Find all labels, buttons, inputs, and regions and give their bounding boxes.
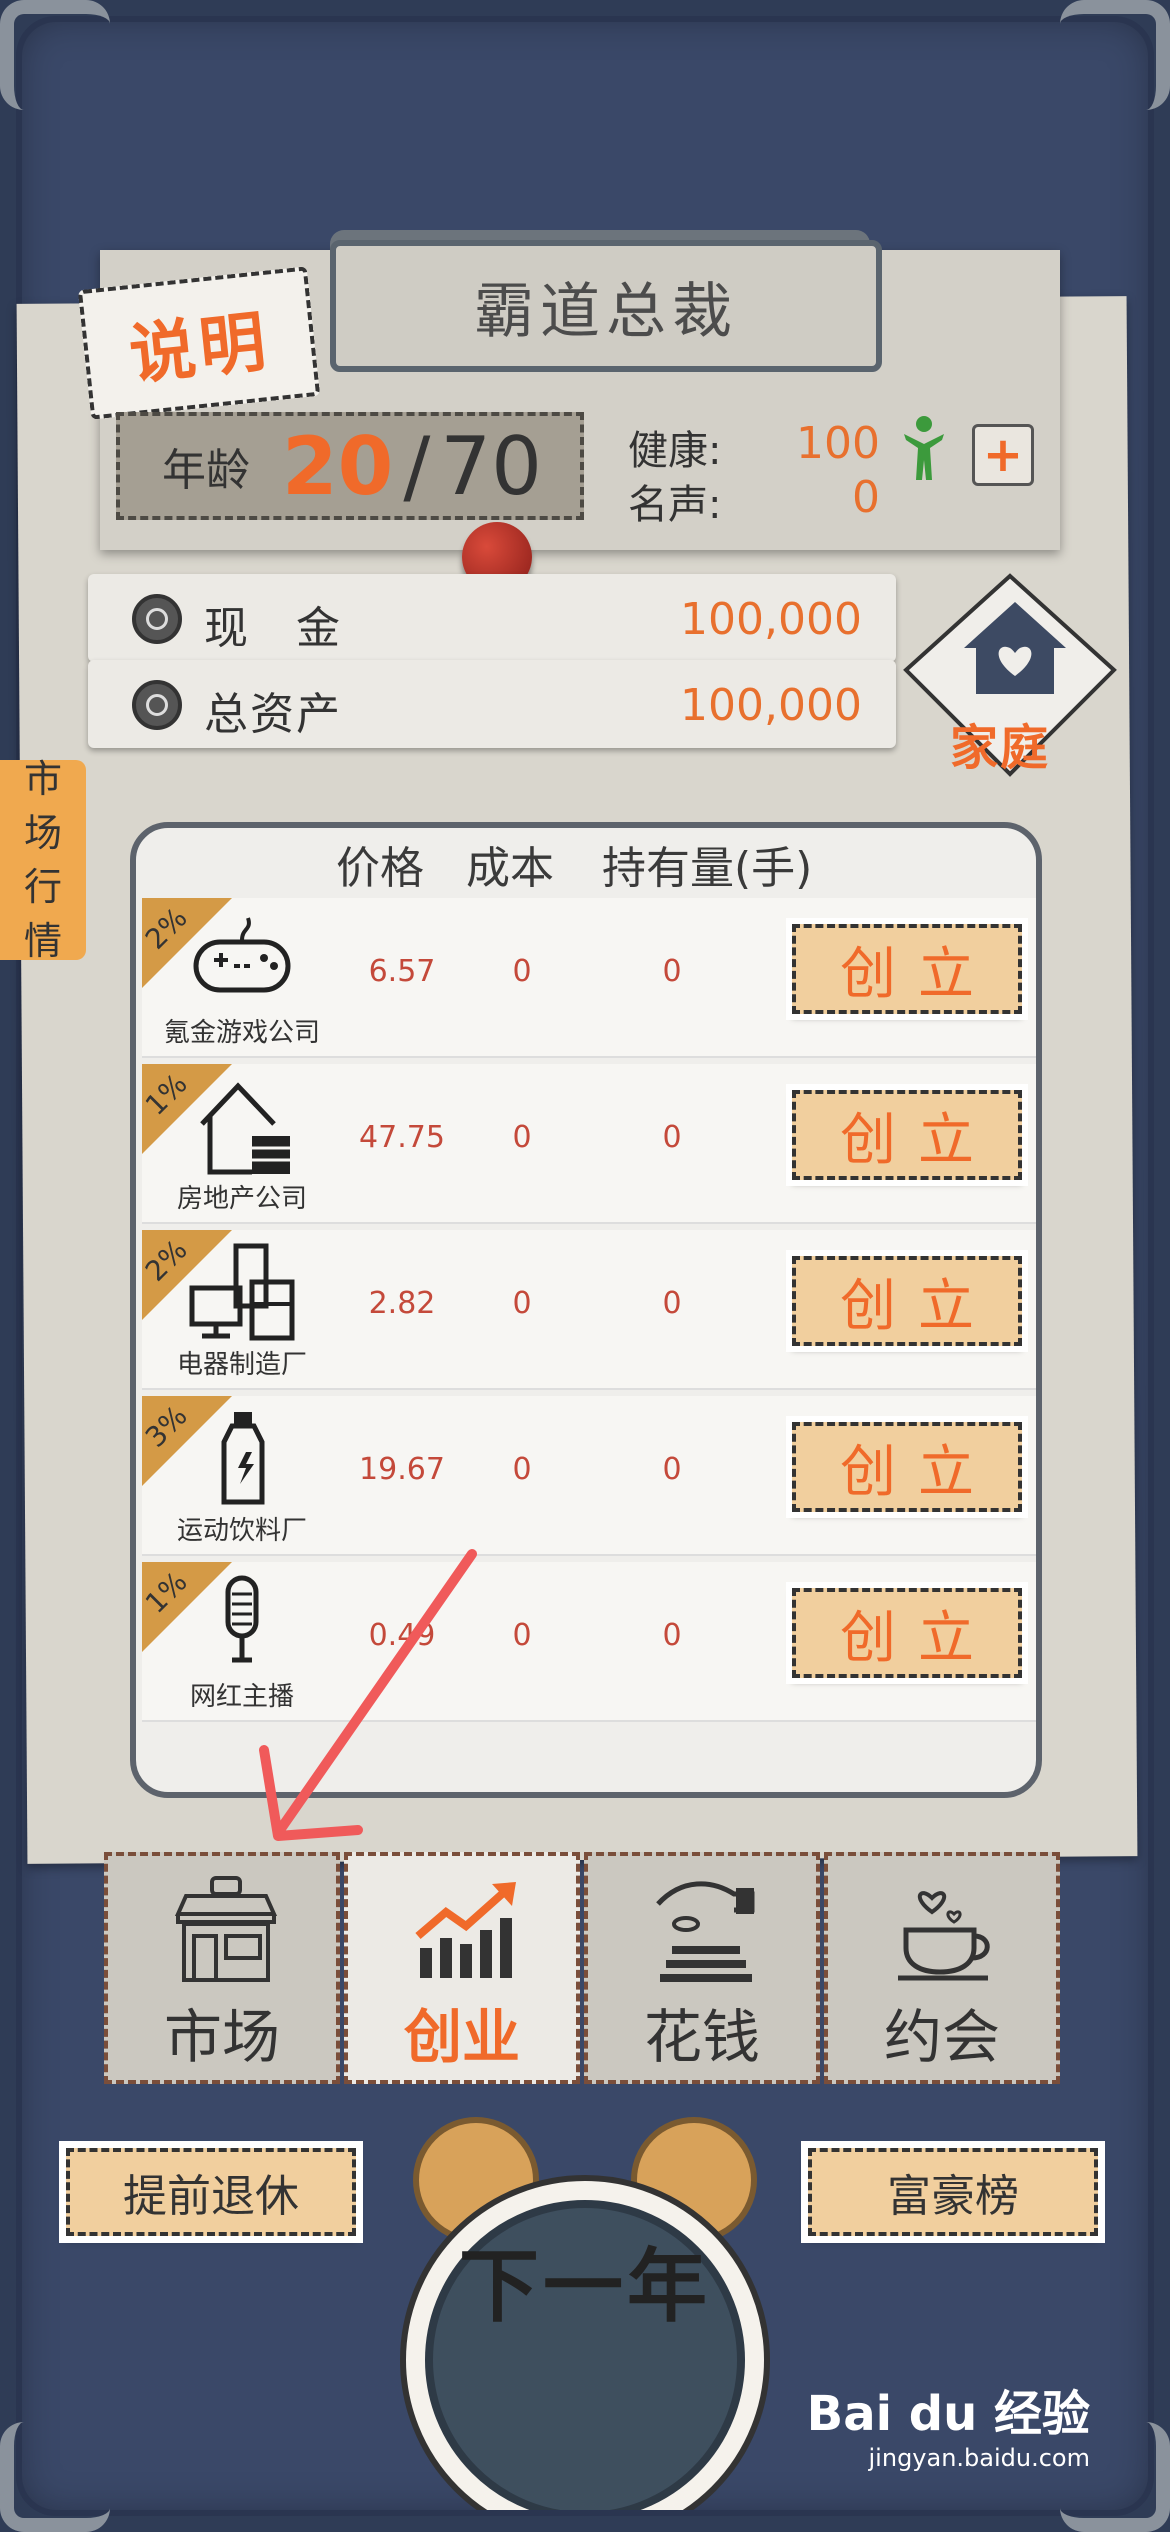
business-price: 2.82 <box>368 1286 436 1321</box>
tab-label: 市场 <box>163 2003 280 2071</box>
header-cost: 成本 <box>466 843 554 894</box>
watermark-logo: Bai du 经验 <box>806 2386 1090 2442</box>
game-title: 霸道总裁 <box>330 240 882 372</box>
gamepad-icon <box>193 917 291 993</box>
market-info-char: 情 <box>23 919 62 963</box>
growth-chart-icon <box>415 1882 516 1978</box>
health-value: 100 <box>796 418 880 469</box>
market-info-char: 场 <box>23 811 62 855</box>
total-assets-value: 100,000 <box>680 680 862 731</box>
appliance-icon <box>189 1243 295 1341</box>
retire-button[interactable]: 提前退休 <box>66 2148 356 2236</box>
health-label: 健康: <box>628 428 722 474</box>
business-cost: 0 <box>512 1120 532 1155</box>
tab-market[interactable]: 市场 <box>104 1852 340 2084</box>
rich-list-button[interactable]: 富豪榜 <box>808 2148 1098 2236</box>
create-button[interactable]: 创立 <box>792 1256 1022 1346</box>
business-holdings: 0 <box>662 1286 682 1321</box>
market-info-char: 行 <box>23 865 62 909</box>
home-label: 家庭 <box>950 720 1051 776</box>
house-heart-icon <box>964 602 1066 694</box>
next-year-button[interactable]: 下一年 <box>390 2222 780 2338</box>
age-label: 年龄 <box>162 445 250 496</box>
person-icon <box>904 416 944 480</box>
coin-stack-icon <box>132 680 182 730</box>
create-button[interactable]: 创立 <box>792 924 1022 1014</box>
cash-label: 现 金 <box>204 603 342 654</box>
market-info-tab[interactable]: 市 场 行 情 <box>0 757 86 963</box>
create-button[interactable]: 创立 <box>792 1422 1022 1512</box>
business-cost: 0 <box>512 954 532 989</box>
table-row: 1% 房地产公司 47.75 0 0 创立 <box>139 1064 1036 1224</box>
frame-corner <box>0 0 110 110</box>
business-price: 6.57 <box>368 954 436 989</box>
age-max: 70 <box>440 419 543 513</box>
business-cost: 0 <box>512 1618 532 1653</box>
business-holdings: 0 <box>662 1120 682 1155</box>
header-holdings: 持有量(手) <box>602 843 813 894</box>
business-name: 电器制造厂 <box>176 1350 307 1380</box>
coin-icon <box>132 594 182 644</box>
cash-value: 100,000 <box>680 594 862 645</box>
bottle-icon <box>221 1412 265 1505</box>
house-building-icon <box>200 1082 290 1175</box>
add-health-button[interactable]: + <box>972 424 1034 486</box>
age-separator: / <box>403 419 431 513</box>
business-holdings: 0 <box>662 1618 682 1653</box>
bottom-tab-bar: 市场 创业 花钱 约会 <box>74 1852 1088 2086</box>
create-button[interactable]: 创立 <box>792 1588 1022 1678</box>
cash-row: 现 金 100,000 <box>88 574 896 662</box>
help-button[interactable]: 说明 <box>77 266 321 420</box>
header-price: 价格 <box>336 843 424 894</box>
business-holdings: 0 <box>662 1452 682 1487</box>
business-price: 19.67 <box>359 1452 445 1487</box>
age-display: 年龄 20 / 70 <box>116 412 584 520</box>
fame-label: 名声: <box>628 482 722 528</box>
business-name: 氪金游戏公司 <box>163 1018 320 1048</box>
market-info-char: 市 <box>23 757 62 801</box>
frame-corner <box>0 2422 110 2532</box>
plus-icon: + <box>982 427 1024 483</box>
spend-money-icon <box>656 1881 755 1982</box>
coffee-cup-icon <box>898 1891 990 1981</box>
business-cost: 0 <box>512 1452 532 1487</box>
tab-startup[interactable]: 创业 <box>344 1852 580 2084</box>
table-row: 3% 运动饮料厂 19.67 0 0 创立 <box>139 1396 1036 1556</box>
frame-corner <box>1060 0 1170 110</box>
fame-value: 0 <box>852 472 880 523</box>
tutorial-arrow-icon <box>259 1549 477 1841</box>
watermark: Bai du 经验 jingyan.baidu.com <box>807 2374 1090 2472</box>
business-cost: 0 <box>512 1286 532 1321</box>
age-current: 20 <box>282 419 394 513</box>
table-row: 2% 电器制造厂 2.82 0 0 创立 <box>139 1230 1036 1390</box>
business-price: 47.75 <box>359 1120 445 1155</box>
business-name: 房地产公司 <box>176 1184 307 1214</box>
total-assets-label: 总资产 <box>204 689 342 740</box>
shop-icon <box>174 1876 278 1982</box>
tab-label: 花钱 <box>643 2003 760 2071</box>
table-row: 2% 氪金游戏公司 6.57 0 0 创立 <box>139 898 1036 1058</box>
tab-spend[interactable]: 花钱 <box>584 1852 820 2084</box>
tab-label: 约会 <box>883 2003 1000 2071</box>
tab-label: 创业 <box>403 2003 520 2071</box>
business-holdings: 0 <box>662 954 682 989</box>
watermark-url: jingyan.baidu.com <box>868 2444 1090 2472</box>
total-assets-row: 总资产 100,000 <box>88 660 896 748</box>
create-button[interactable]: 创立 <box>792 1090 1022 1180</box>
tab-dating[interactable]: 约会 <box>824 1852 1060 2084</box>
